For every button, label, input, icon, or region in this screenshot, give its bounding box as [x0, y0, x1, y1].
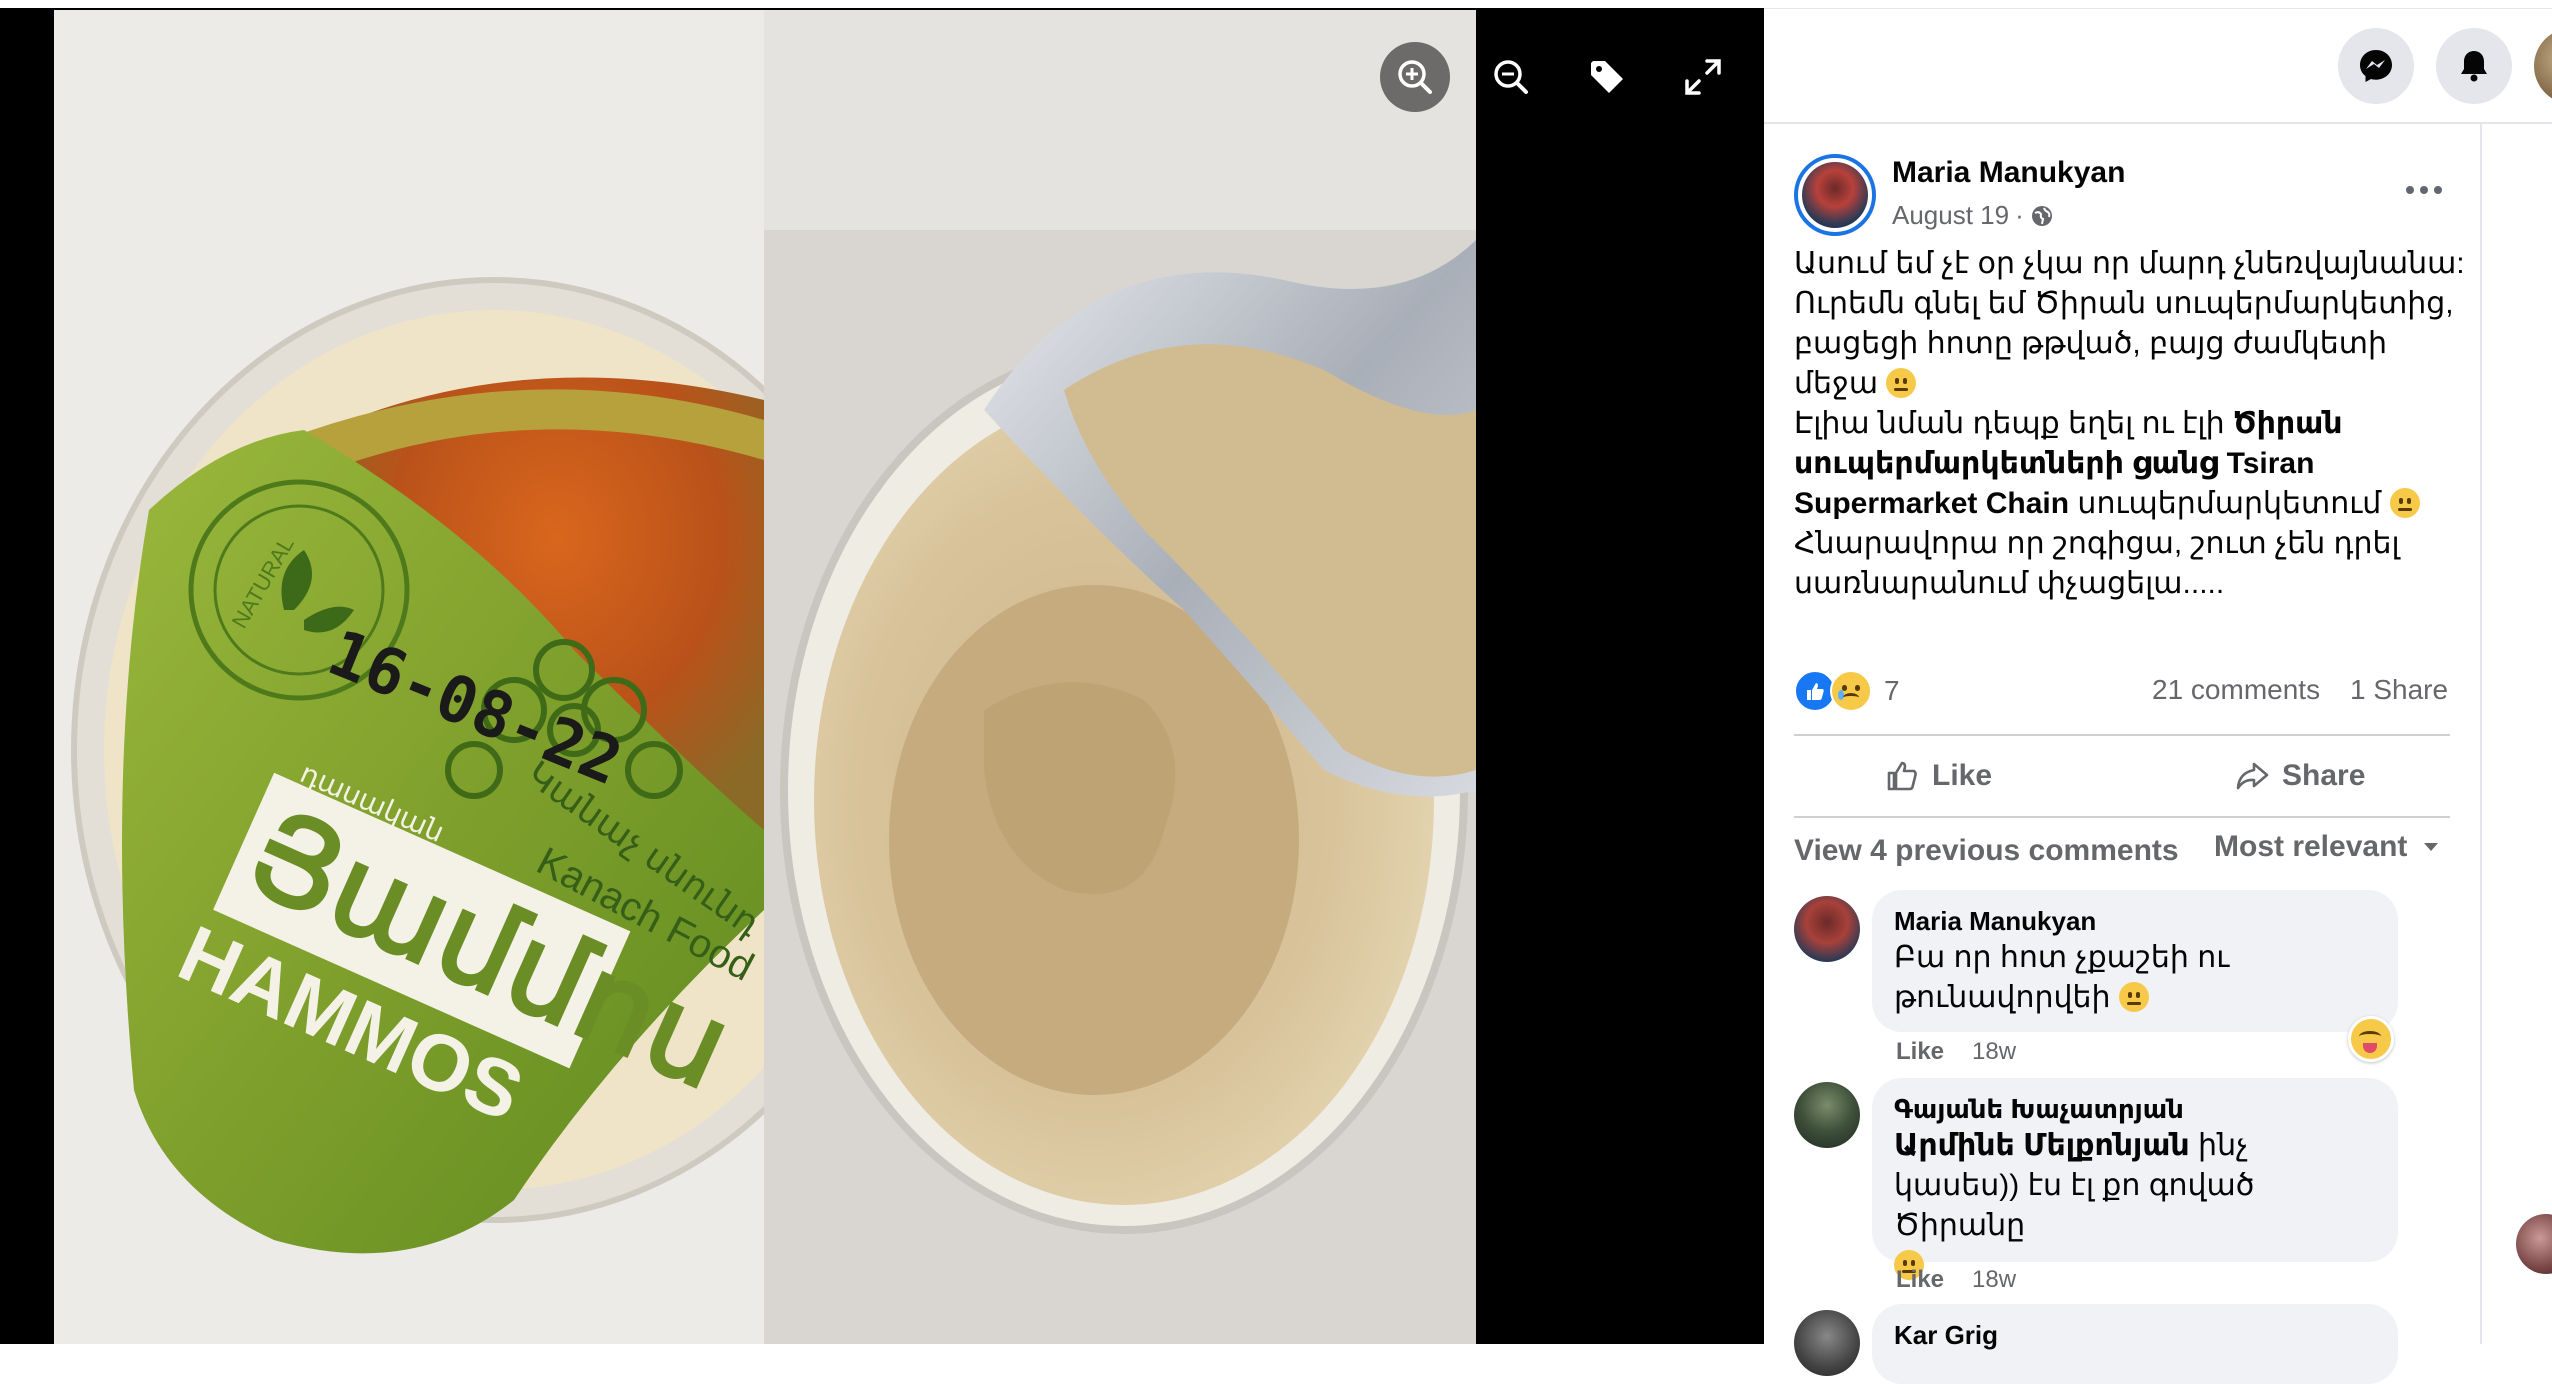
post-author-name[interactable]: Maria Manukyan [1892, 156, 2125, 190]
comment-actions: Like 18w [1896, 1038, 2016, 1066]
more-dot-icon [2420, 186, 2428, 194]
post-text-line: սառնարանում փչացելա..... [1794, 567, 2225, 600]
bell-icon [2461, 51, 2487, 82]
post-meta: August 19 · [1892, 200, 2054, 231]
photo-viewer: 16-08-22 Хумус Kanach Food Կանաչ սնունդ … [0, 0, 1764, 1344]
share-arrow-icon [2236, 762, 2269, 790]
shares-count-link[interactable]: 1 Share [2350, 674, 2448, 706]
worried-face-emoji-icon [2118, 982, 2149, 1012]
panel-scroll-divider [2480, 124, 2482, 1344]
comment-author[interactable]: Գայանե Խաչատրյան [1894, 1092, 2376, 1126]
comment-bubble: Maria Manukyan Բա որ հոտ չքաշեի ու թունավ… [1872, 890, 2398, 1032]
viewer-top-edge [0, 0, 1764, 8]
like-button-label: Like [1932, 759, 1993, 792]
photo-left-lid: 16-08-22 Хумус Kanach Food Կանաչ սնունդ … [54, 10, 764, 1344]
comment-like-button[interactable]: Like [1896, 1038, 1944, 1066]
view-previous-comments-link[interactable]: View 4 previous comments [1794, 834, 2179, 868]
comment-mention[interactable]: Արմինե Մելքոնյան [1894, 1129, 2190, 1162]
zoom-out-icon [1494, 60, 1528, 94]
share-button[interactable]: Share [2234, 748, 2365, 804]
post-options-button[interactable] [2394, 168, 2454, 212]
globe-icon [2031, 205, 2052, 226]
notifications-button[interactable] [2436, 28, 2512, 104]
reactions-summary[interactable]: 7 [1794, 670, 1900, 712]
comment-timestamp[interactable]: 18w [1972, 1266, 2016, 1294]
hummus-illustration [764, 10, 1476, 1344]
post-date[interactable]: August 19 [1892, 200, 2009, 231]
zoom-in-button[interactable] [1380, 42, 1450, 112]
photo-right-hummus [764, 10, 1476, 1344]
comments-count-link[interactable]: 21 comments [2152, 674, 2320, 706]
fullscreen-button[interactable] [1668, 42, 1738, 112]
fullscreen-icon [1685, 59, 1721, 95]
post-text-line-4: մեջա [1794, 364, 2454, 404]
comment-avatar[interactable] [1794, 1082, 1860, 1148]
comment-text-line: թունավորվեի [1894, 981, 2111, 1014]
neutral-face-emoji-icon [1886, 368, 1917, 398]
messenger-icon [2360, 50, 2392, 82]
post-text-line-5: Էլիա նման դեպք եղել ու էլի Ծիրան [1794, 404, 2454, 444]
post-panel: Maria Manukyan August 19 · Ասում եմ չէ օ… [1764, 0, 2552, 1384]
post-text-segment: Էլիա նման դեպք եղել ու էլի [1794, 407, 2233, 440]
post-text-line-6: սուպերմարկետների ցանց Tsiran [1794, 444, 2454, 484]
post-text-line: Ասում եմ չէ օր չկա որ մարդ չնեռվայնանա: [1794, 247, 2465, 280]
zoom-in-icon [1398, 60, 1432, 94]
post-text-segment: մեջա [1794, 367, 1879, 400]
profile-avatar-button[interactable] [2534, 28, 2552, 104]
page-mention[interactable]: սուպերմարկետների ցանց Tsiran [1794, 447, 2314, 480]
like-button[interactable]: Like [1884, 748, 1992, 804]
comment-text-line: կասես)) էս էլ քո գոված Ծիրանը [1894, 1169, 2255, 1242]
more-dot-icon [2434, 186, 2442, 194]
comment-author[interactable]: Maria Manukyan [1894, 904, 2376, 938]
comment-timestamp[interactable]: 18w [1972, 1038, 2016, 1066]
worried-face-emoji-icon [2389, 488, 2420, 518]
comment-text: Արմինե Մելքոնյան ինչ կասես)) էս էլ քո գով… [1894, 1126, 2376, 1286]
lid-illustration: 16-08-22 Хумус Kanach Food Կանաչ սնունդ … [54, 10, 764, 1344]
comment-bubble: Kar Grig [1872, 1304, 2398, 1384]
comment-author[interactable]: Kar Grig [1894, 1318, 2376, 1352]
sad-reaction-icon [1830, 670, 1872, 712]
zoom-out-button[interactable] [1476, 42, 1546, 112]
comment-avatar[interactable] [1794, 896, 1860, 962]
comment-sort-label: Most relevant [2214, 830, 2408, 863]
post-text-line: Ուրեմն գնել եմ Ծիրան սուպերմարկետից, [1794, 287, 2454, 320]
meta-separator: · [2015, 200, 2024, 230]
comment-text-line: Բա որ հոտ չքաշեի ու [1894, 941, 2230, 974]
post-text-line: Հնարավորա որ շոգիցա, շուտ չեն դրել [1794, 527, 2400, 560]
comment-like-button[interactable]: Like [1896, 1266, 1944, 1294]
post-text-segment: սուպերմարկետում [2069, 487, 2382, 520]
comment-sort-dropdown[interactable]: Most relevant [2214, 830, 2441, 864]
thumbs-up-icon [1887, 761, 1917, 791]
comment-bubble: Գայանե Խաչատրյան Արմինե Մելքոնյան ինչ կաս… [1872, 1078, 2398, 1280]
more-dot-icon [2406, 186, 2414, 194]
header-divider [1764, 122, 2552, 124]
panel-top-edge [1764, 0, 2552, 9]
comment-text-line: ինչ [2189, 1129, 2249, 1162]
page-mention[interactable]: Supermarket Chain [1794, 487, 2069, 520]
page-mention[interactable]: Ծիրան [2233, 407, 2343, 440]
post-text-line: բացեցի հոտը թթված, բայց ժամկետի [1794, 327, 2387, 360]
post-text-line-7: Supermarket Chain սուպերմարկետում [1794, 484, 2454, 524]
caret-down-icon [2424, 843, 2439, 851]
tag-icon [1591, 61, 1623, 93]
actions-bottom-divider [1794, 816, 2450, 818]
post-author-avatar[interactable] [1794, 154, 1876, 236]
tag-photo-button[interactable] [1572, 42, 1642, 112]
reaction-count: 7 [1884, 675, 1900, 706]
comment-text: Բա որ հոտ չքաշեի ու թունավորվեի [1894, 938, 2376, 1018]
contact-avatar[interactable] [2516, 1214, 2552, 1274]
comment-actions: Like 18w [1896, 1266, 2016, 1294]
share-button-label: Share [2282, 759, 2366, 792]
messenger-button[interactable] [2338, 28, 2414, 104]
post-body: Ասում եմ չէ օր չկա որ մարդ չնեռվայնանա: … [1794, 244, 2465, 604]
comment-reaction-icon[interactable] [2348, 1016, 2394, 1062]
comment-avatar[interactable] [1794, 1310, 1860, 1376]
actions-top-divider [1794, 734, 2450, 736]
